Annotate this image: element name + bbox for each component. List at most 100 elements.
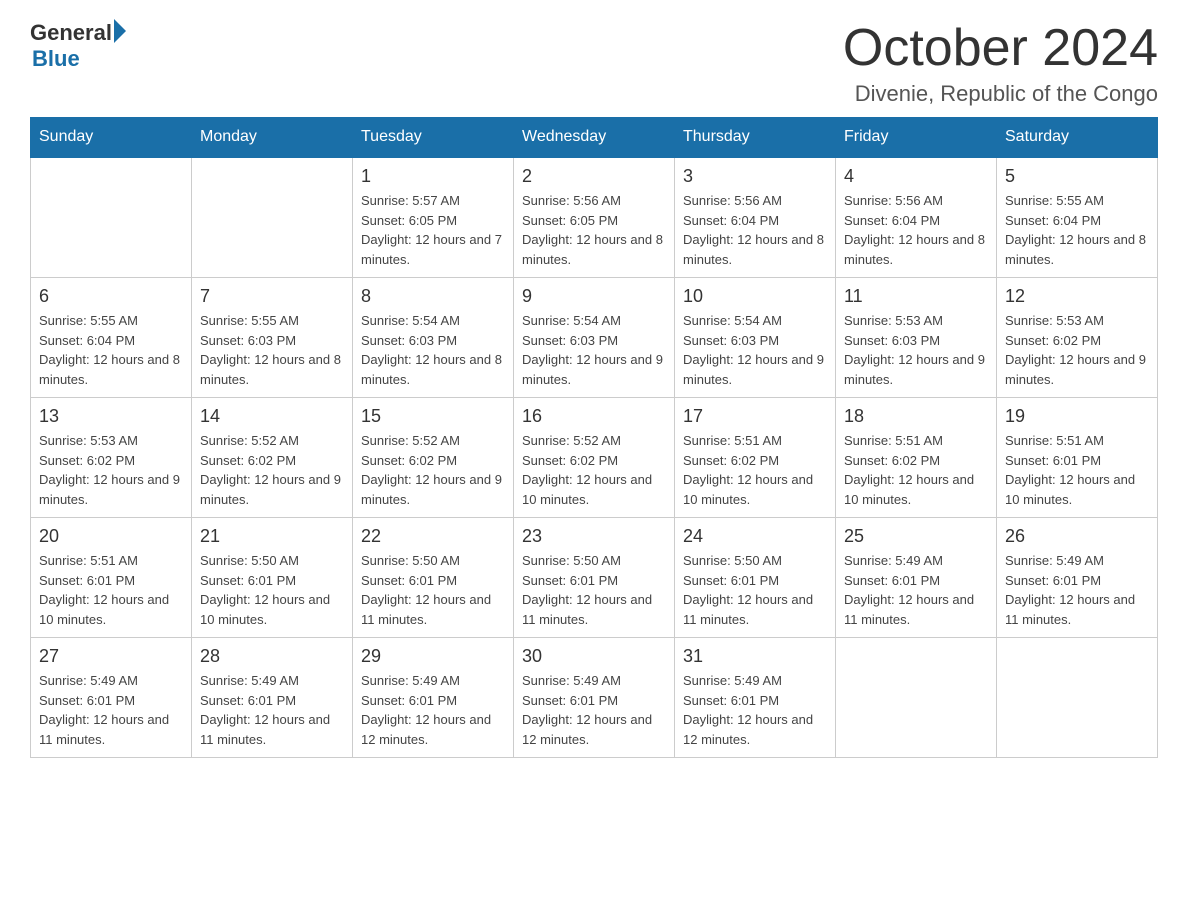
calendar-cell: 22Sunrise: 5:50 AM Sunset: 6:01 PM Dayli… [353, 518, 514, 638]
day-number: 6 [39, 286, 183, 307]
calendar-cell: 31Sunrise: 5:49 AM Sunset: 6:01 PM Dayli… [675, 638, 836, 758]
day-number: 21 [200, 526, 344, 547]
weekday-header-thursday: Thursday [675, 118, 836, 158]
page-header: General Blue October 2024 Divenie, Repub… [30, 20, 1158, 107]
day-number: 30 [522, 646, 666, 667]
day-info: Sunrise: 5:50 AM Sunset: 6:01 PM Dayligh… [200, 551, 344, 629]
day-number: 23 [522, 526, 666, 547]
calendar-cell: 1Sunrise: 5:57 AM Sunset: 6:05 PM Daylig… [353, 157, 514, 278]
weekday-header-saturday: Saturday [997, 118, 1158, 158]
day-number: 25 [844, 526, 988, 547]
calendar-cell: 11 Sunrise: 5:53 AM Sunset: 6:03 PM Dayli… [836, 278, 997, 398]
title-section: October 2024 Divenie, Republic of the Co… [843, 20, 1158, 107]
calendar-cell: 10 Sunrise: 5:54 AM Sunset: 6:03 PM Dayli… [675, 278, 836, 398]
day-info: Sunrise: 5:49 AM Sunset: 6:01 PM Dayligh… [683, 671, 827, 749]
day-info: Sunrise: 5:54 AM Sunset: 6:03 PM Dayligh… [683, 311, 827, 389]
day-info: Sunrise: 5:55 AM Sunset: 6:03 PM Dayligh… [200, 311, 344, 389]
calendar-cell: 4Sunrise: 5:56 AM Sunset: 6:04 PM Daylig… [836, 157, 997, 278]
calendar-cell: 15Sunrise: 5:52 AM Sunset: 6:02 PM Dayli… [353, 398, 514, 518]
calendar-cell: 3 Sunrise: 5:56 AM Sunset: 6:04 PM Daylig… [675, 157, 836, 278]
calendar-cell: 16Sunrise: 5:52 AM Sunset: 6:02 PM Dayli… [514, 398, 675, 518]
day-info: Sunrise: 5:53 AM Sunset: 6:03 PM Dayligh… [844, 311, 988, 389]
day-number: 26 [1005, 526, 1149, 547]
calendar-table: SundayMondayTuesdayWednesdayThursdayFrid… [30, 117, 1158, 758]
day-info: Sunrise: 5:51 AM Sunset: 6:01 PM Dayligh… [1005, 431, 1149, 509]
day-number: 22 [361, 526, 505, 547]
day-number: 17 [683, 406, 827, 427]
calendar-week-1: 1Sunrise: 5:57 AM Sunset: 6:05 PM Daylig… [31, 157, 1158, 278]
calendar-cell: 12Sunrise: 5:53 AM Sunset: 6:02 PM Dayli… [997, 278, 1158, 398]
day-info: Sunrise: 5:51 AM Sunset: 6:02 PM Dayligh… [683, 431, 827, 509]
day-number: 2 [522, 166, 666, 187]
logo-arrow-icon [114, 19, 126, 43]
day-number: 28 [200, 646, 344, 667]
day-number: 5 [1005, 166, 1149, 187]
day-number: 19 [1005, 406, 1149, 427]
day-info: Sunrise: 5:52 AM Sunset: 6:02 PM Dayligh… [522, 431, 666, 509]
day-number: 1 [361, 166, 505, 187]
logo: General Blue [30, 20, 126, 72]
day-info: Sunrise: 5:55 AM Sunset: 6:04 PM Dayligh… [39, 311, 183, 389]
calendar-week-3: 13Sunrise: 5:53 AM Sunset: 6:02 PM Dayli… [31, 398, 1158, 518]
day-number: 15 [361, 406, 505, 427]
weekday-header-friday: Friday [836, 118, 997, 158]
day-number: 3 [683, 166, 827, 187]
logo-blue: Blue [32, 46, 126, 72]
calendar-cell: 24 Sunrise: 5:50 AM Sunset: 6:01 PM Dayli… [675, 518, 836, 638]
calendar-cell: 14 Sunrise: 5:52 AM Sunset: 6:02 PM Dayli… [192, 398, 353, 518]
day-number: 27 [39, 646, 183, 667]
calendar-cell: 25 Sunrise: 5:49 AM Sunset: 6:01 PM Dayli… [836, 518, 997, 638]
day-info: Sunrise: 5:54 AM Sunset: 6:03 PM Dayligh… [522, 311, 666, 389]
calendar-cell: 29 Sunrise: 5:49 AM Sunset: 6:01 PM Dayli… [353, 638, 514, 758]
logo-general: General [30, 20, 112, 46]
calendar-cell: 23 Sunrise: 5:50 AM Sunset: 6:01 PM Dayli… [514, 518, 675, 638]
month-title: October 2024 [843, 20, 1158, 77]
day-number: 10 [683, 286, 827, 307]
day-info: Sunrise: 5:50 AM Sunset: 6:01 PM Dayligh… [683, 551, 827, 629]
calendar-cell: 19 Sunrise: 5:51 AM Sunset: 6:01 PM Dayli… [997, 398, 1158, 518]
calendar-cell [997, 638, 1158, 758]
calendar-week-4: 20 Sunrise: 5:51 AM Sunset: 6:01 PM Dayli… [31, 518, 1158, 638]
calendar-cell: 17 Sunrise: 5:51 AM Sunset: 6:02 PM Dayli… [675, 398, 836, 518]
calendar-cell: 20 Sunrise: 5:51 AM Sunset: 6:01 PM Dayli… [31, 518, 192, 638]
calendar-cell: 28 Sunrise: 5:49 AM Sunset: 6:01 PM Dayli… [192, 638, 353, 758]
day-info: Sunrise: 5:51 AM Sunset: 6:01 PM Dayligh… [39, 551, 183, 629]
day-info: Sunrise: 5:56 AM Sunset: 6:05 PM Dayligh… [522, 191, 666, 269]
day-number: 11 [844, 286, 988, 307]
calendar-week-5: 27 Sunrise: 5:49 AM Sunset: 6:01 PM Dayli… [31, 638, 1158, 758]
calendar-cell: 30 Sunrise: 5:49 AM Sunset: 6:01 PM Dayli… [514, 638, 675, 758]
calendar-cell: 2 Sunrise: 5:56 AM Sunset: 6:05 PM Daylig… [514, 157, 675, 278]
day-info: Sunrise: 5:49 AM Sunset: 6:01 PM Dayligh… [200, 671, 344, 749]
day-number: 14 [200, 406, 344, 427]
calendar-cell: 7 Sunrise: 5:55 AM Sunset: 6:03 PM Daylig… [192, 278, 353, 398]
calendar-cell: 27Sunrise: 5:49 AM Sunset: 6:01 PM Dayli… [31, 638, 192, 758]
calendar-cell: 13Sunrise: 5:53 AM Sunset: 6:02 PM Dayli… [31, 398, 192, 518]
calendar-cell [192, 157, 353, 278]
day-number: 29 [361, 646, 505, 667]
day-info: Sunrise: 5:52 AM Sunset: 6:02 PM Dayligh… [200, 431, 344, 509]
day-info: Sunrise: 5:53 AM Sunset: 6:02 PM Dayligh… [1005, 311, 1149, 389]
calendar-week-2: 6 Sunrise: 5:55 AM Sunset: 6:04 PM Daylig… [31, 278, 1158, 398]
day-info: Sunrise: 5:51 AM Sunset: 6:02 PM Dayligh… [844, 431, 988, 509]
weekday-header-tuesday: Tuesday [353, 118, 514, 158]
day-number: 18 [844, 406, 988, 427]
calendar-cell: 18 Sunrise: 5:51 AM Sunset: 6:02 PM Dayli… [836, 398, 997, 518]
calendar-cell: 8Sunrise: 5:54 AM Sunset: 6:03 PM Daylig… [353, 278, 514, 398]
day-info: Sunrise: 5:49 AM Sunset: 6:01 PM Dayligh… [522, 671, 666, 749]
calendar-cell [31, 157, 192, 278]
day-info: Sunrise: 5:50 AM Sunset: 6:01 PM Dayligh… [522, 551, 666, 629]
calendar-cell: 21 Sunrise: 5:50 AM Sunset: 6:01 PM Dayli… [192, 518, 353, 638]
day-number: 20 [39, 526, 183, 547]
calendar-cell: 9Sunrise: 5:54 AM Sunset: 6:03 PM Daylig… [514, 278, 675, 398]
day-number: 24 [683, 526, 827, 547]
calendar-cell [836, 638, 997, 758]
day-number: 7 [200, 286, 344, 307]
location-title: Divenie, Republic of the Congo [843, 81, 1158, 107]
day-info: Sunrise: 5:56 AM Sunset: 6:04 PM Dayligh… [683, 191, 827, 269]
day-info: Sunrise: 5:49 AM Sunset: 6:01 PM Dayligh… [844, 551, 988, 629]
day-info: Sunrise: 5:49 AM Sunset: 6:01 PM Dayligh… [361, 671, 505, 749]
day-number: 4 [844, 166, 988, 187]
calendar-header: SundayMondayTuesdayWednesdayThursdayFrid… [31, 118, 1158, 158]
day-info: Sunrise: 5:53 AM Sunset: 6:02 PM Dayligh… [39, 431, 183, 509]
calendar-cell: 6 Sunrise: 5:55 AM Sunset: 6:04 PM Daylig… [31, 278, 192, 398]
